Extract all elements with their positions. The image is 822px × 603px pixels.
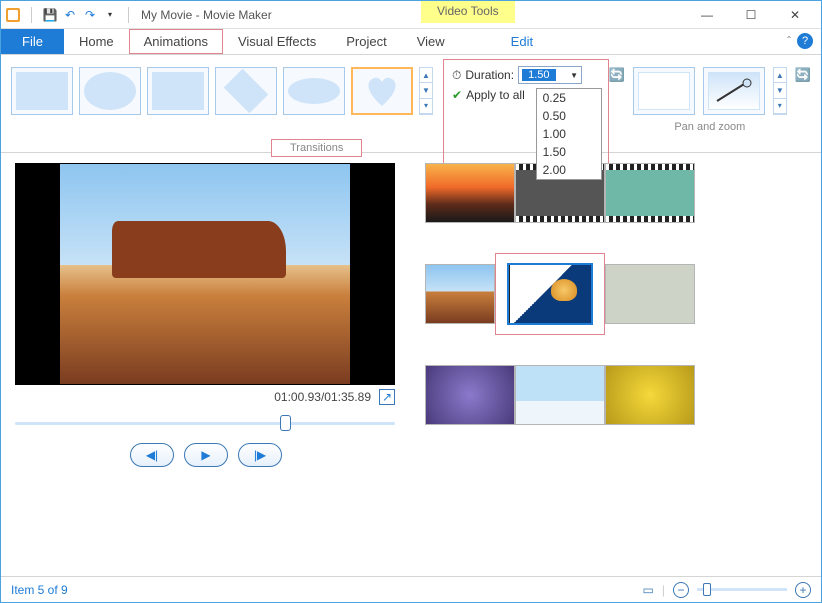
apply-all-icon: ✔	[452, 88, 462, 102]
transition-crossfade[interactable]	[11, 67, 73, 115]
app-icon	[5, 7, 21, 23]
save-icon[interactable]: 💾	[42, 7, 58, 23]
window-title: My Movie - Movie Maker	[141, 8, 272, 22]
preview-pane: 01:00.93/01:35.89 ↗ ◀| ▶ |▶	[1, 153, 411, 553]
clip-chrysanthemum[interactable]	[425, 163, 515, 223]
transitions-group-label: Transitions	[271, 139, 362, 157]
timeline-pane[interactable]	[411, 153, 821, 553]
preview-image	[60, 164, 350, 384]
transition-oval[interactable]	[283, 67, 345, 115]
play-controls: ◀| ▶ |▶	[15, 443, 397, 467]
duration-option[interactable]: 0.50	[537, 107, 601, 125]
clip-hydrangeas[interactable]	[425, 365, 515, 425]
tab-visual-effects[interactable]: Visual Effects	[223, 29, 331, 54]
time-display: 01:00.93/01:35.89	[274, 390, 371, 404]
tab-animations[interactable]: Animations	[129, 29, 223, 54]
tab-file[interactable]: File	[1, 29, 64, 54]
transitions-group: ▲▼▾	[11, 59, 433, 150]
pan-zoom-group: 🔄 ▲▼▾ 🔄 Pan and zoom	[609, 59, 811, 150]
timeline-row	[425, 253, 807, 335]
status-text: Item 5 of 9	[11, 583, 68, 597]
pan-none[interactable]	[633, 67, 695, 115]
tab-view[interactable]: View	[402, 29, 460, 54]
quick-access-toolbar: 💾 ↶ ↷ ▾	[5, 7, 135, 23]
duration-option[interactable]: 2.00	[537, 161, 601, 179]
close-button[interactable]: ✕	[773, 1, 817, 29]
timeline-row	[425, 163, 807, 223]
collapse-ribbon-icon[interactable]: ˆ	[787, 34, 791, 48]
clip-jellyfish[interactable]	[507, 263, 593, 325]
apply-all-button[interactable]: Apply to all	[466, 88, 525, 102]
maximize-button[interactable]: ☐	[729, 1, 773, 29]
next-frame-button[interactable]: |▶	[238, 443, 282, 467]
tab-home[interactable]: Home	[64, 29, 129, 54]
pan-apply-icon[interactable]: 🔄	[609, 67, 625, 83]
timeline-row	[425, 365, 807, 425]
transition-circle[interactable]	[79, 67, 141, 115]
clip-koala[interactable]	[605, 264, 695, 324]
prev-frame-button[interactable]: ◀|	[130, 443, 174, 467]
clip-desert[interactable]	[425, 264, 495, 324]
zoom-out-button[interactable]: −	[673, 582, 689, 598]
main-area: 01:00.93/01:35.89 ↗ ◀| ▶ |▶	[1, 153, 821, 553]
transition-diamond[interactable]	[215, 67, 277, 115]
zoom-in-button[interactable]: +	[795, 582, 811, 598]
qat-dropdown-icon[interactable]: ▾	[102, 7, 118, 23]
help-icon[interactable]: ?	[797, 33, 813, 49]
seek-slider[interactable]	[15, 415, 395, 431]
duration-label: Duration:	[465, 68, 514, 82]
pan-apply-all-icon[interactable]: 🔄	[795, 67, 811, 83]
play-button[interactable]: ▶	[184, 443, 228, 467]
thumbnails-view-icon[interactable]: ▭	[643, 583, 654, 597]
duration-input[interactable]: 1.50 ▼	[518, 66, 582, 84]
preview-frame[interactable]	[15, 163, 395, 385]
clip-tulips[interactable]	[605, 365, 695, 425]
fullscreen-icon[interactable]: ↗	[379, 389, 395, 405]
pan-zoom-in[interactable]	[703, 67, 765, 115]
duration-option[interactable]: 1.00	[537, 125, 601, 143]
clip-ornament[interactable]	[605, 163, 695, 223]
chevron-down-icon: ▼	[570, 71, 578, 80]
clip-penguins[interactable]	[515, 365, 605, 425]
duration-option[interactable]: 1.50	[537, 143, 601, 161]
titlebar: 💾 ↶ ↷ ▾ My Movie - Movie Maker Video Too…	[1, 1, 821, 29]
statusbar: Item 5 of 9 ▭ | − +	[1, 576, 821, 602]
transition-dots[interactable]	[147, 67, 209, 115]
playhead[interactable]	[507, 263, 510, 325]
undo-icon[interactable]: ↶	[62, 7, 78, 23]
clock-icon: ⏱	[452, 68, 461, 83]
minimize-button[interactable]: —	[685, 1, 729, 29]
duration-dropdown[interactable]: 0.25 0.50 1.00 1.50 2.00	[536, 88, 602, 180]
tab-project[interactable]: Project	[331, 29, 401, 54]
duration-value: 1.50	[522, 69, 555, 81]
pan-zoom-label: Pan and zoom	[674, 121, 745, 133]
window-controls: — ☐ ✕	[685, 1, 817, 29]
duration-option[interactable]: 0.25	[537, 89, 601, 107]
ribbon-tabs: File Home Animations Visual Effects Proj…	[1, 29, 821, 55]
transitions-gallery-control[interactable]: ▲▼▾	[419, 67, 433, 115]
ribbon: ▲▼▾ Transitions ⏱ Duration: 1.50 ▼ ✔ App…	[1, 55, 821, 153]
zoom-slider[interactable]	[697, 588, 787, 591]
contextual-tab-label: Video Tools	[421, 1, 515, 23]
redo-icon[interactable]: ↷	[82, 7, 98, 23]
tab-edit[interactable]: Edit	[496, 29, 548, 54]
pan-gallery-control[interactable]: ▲▼▾	[773, 67, 787, 115]
transition-heart[interactable]	[351, 67, 413, 115]
clip-selected-wrap	[495, 253, 605, 335]
